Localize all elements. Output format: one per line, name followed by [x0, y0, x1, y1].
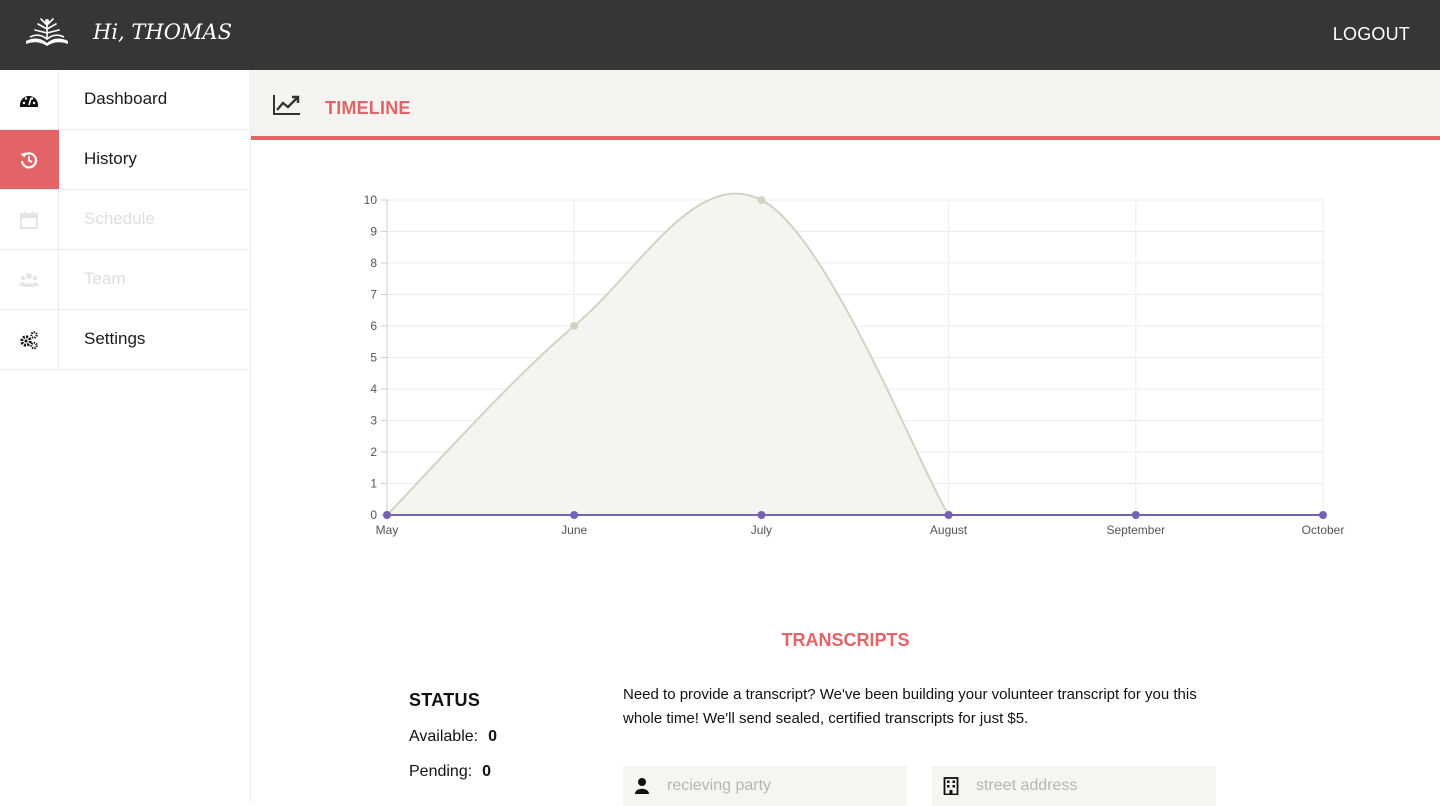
- sidebar-item-label: Schedule: [84, 209, 155, 228]
- sidebar-item-label: Settings: [84, 329, 146, 348]
- data-point: [757, 196, 766, 204]
- receiving-party-input[interactable]: [667, 766, 897, 806]
- sidebar-item-label: Team: [84, 269, 126, 288]
- x-tick-label: August: [930, 523, 968, 537]
- street-address-field[interactable]: [932, 766, 1216, 806]
- y-tick-label: 3: [370, 414, 377, 428]
- pending-row: Pending: 0: [409, 763, 609, 781]
- sidebar-item-settings[interactable]: Settings: [0, 310, 250, 370]
- x-tick-label: May: [376, 523, 399, 537]
- y-tick-label: 10: [364, 193, 378, 207]
- timeline-title: TIMELINE: [325, 98, 411, 118]
- gears-icon: [20, 330, 38, 349]
- status-title: STATUS: [409, 690, 481, 710]
- data-point: [1319, 511, 1327, 519]
- x-tick-label: September: [1106, 523, 1165, 537]
- receiving-party-field[interactable]: [623, 766, 907, 806]
- user-greeting: Hi, THOMAS: [93, 20, 232, 44]
- y-tick-label: 6: [370, 319, 377, 333]
- status-panel: STATUS Available: 0 Pending: 0: [409, 690, 609, 781]
- x-tick-label: October: [1302, 523, 1345, 537]
- pending-value: 0: [482, 763, 492, 780]
- street-address-input[interactable]: [976, 766, 1206, 806]
- open-book-logo-icon: [26, 18, 68, 46]
- sidebar-item-team: Team: [0, 250, 250, 310]
- data-point: [1131, 511, 1140, 519]
- history-icon: [20, 151, 38, 168]
- y-tick-label: 2: [370, 445, 377, 459]
- series-area-fill: [387, 193, 949, 516]
- timeline-chart-svg: 0 1 2 3 4 5 6 7 8 9 10 May June July August September Oc…: [364, 192, 1345, 537]
- available-label: Available:: [409, 728, 479, 745]
- sidebar-item-label: History: [84, 149, 137, 168]
- y-tick-label: 0: [370, 508, 377, 522]
- data-point: [570, 322, 579, 330]
- timeline-header: TIMELINE: [251, 70, 1440, 140]
- available-value: 0: [488, 728, 497, 745]
- transcripts-title: TRANSCRIPTS: [781, 630, 910, 650]
- y-tick-label: 8: [370, 256, 377, 270]
- user-icon: [635, 778, 649, 794]
- sidebar-item-schedule: Schedule: [0, 190, 250, 250]
- building-icon: [943, 777, 959, 795]
- transcript-info-text: Need to provide a transcript? We've been…: [623, 686, 1197, 727]
- team-icon: [19, 272, 39, 287]
- x-tick-label: June: [561, 523, 587, 537]
- y-tick-label: 7: [370, 288, 377, 302]
- sidebar-item-dashboard[interactable]: Dashboard: [0, 70, 250, 130]
- calendar-icon: [20, 211, 38, 229]
- main-content: TIMELINE 0 1 2 3 4 5 6 7 8 9 10 May June July August Se…: [251, 70, 1440, 806]
- data-point: [383, 511, 391, 519]
- x-tick-label: July: [751, 523, 772, 537]
- data-point: [944, 511, 953, 519]
- pending-label: Pending:: [409, 763, 473, 780]
- available-row: Available: 0: [409, 728, 609, 746]
- line-chart-icon: [273, 95, 300, 115]
- sidebar-item-label: Dashboard: [84, 89, 168, 108]
- data-point: [570, 511, 579, 519]
- data-point: [757, 511, 766, 519]
- logout-button[interactable]: LOGOUT: [1333, 24, 1410, 45]
- y-tick-label: 5: [370, 351, 377, 365]
- y-tick-label: 1: [370, 477, 377, 491]
- y-tick-label: 4: [370, 382, 377, 396]
- top-bar: Hi, THOMAS LOGOUT: [0, 0, 1440, 70]
- y-tick-label: 9: [370, 225, 377, 239]
- sidebar: Dashboard History Schedule Team Settings: [0, 70, 251, 801]
- sidebar-item-history[interactable]: History: [0, 130, 250, 190]
- dashboard-icon: [20, 95, 38, 107]
- timeline-chart: 0 1 2 3 4 5 6 7 8 9 10 May June July August September Oc…: [351, 180, 1351, 560]
